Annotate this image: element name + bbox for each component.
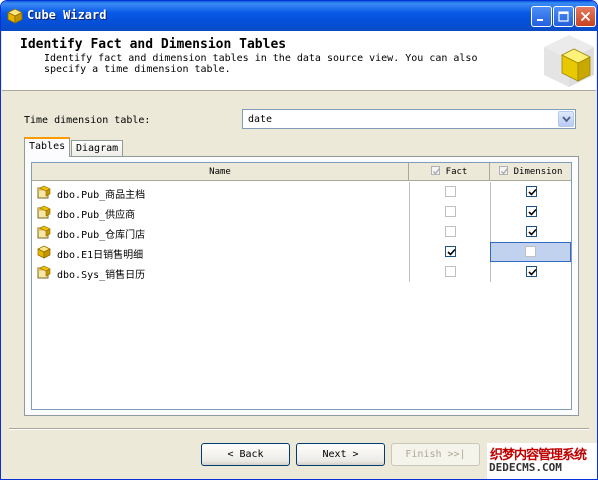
row-dimension-cell [490, 262, 571, 282]
time-dimension-select[interactable]: date [242, 109, 576, 129]
table-name: dbo.E1日销售明细 [57, 250, 144, 261]
next-button[interactable]: Next > [296, 443, 385, 466]
row-name-cell: dbo.Sys_销售日历 [32, 262, 409, 282]
column-header-dimension[interactable]: Dimension [490, 163, 571, 181]
back-button[interactable]: < Back [201, 443, 290, 466]
table-name: dbo.Sys_销售日历 [57, 270, 146, 281]
fact-checkbox[interactable] [445, 246, 456, 257]
watermark: 织梦内容管理系统 DEDECMS.COM [487, 443, 597, 479]
table-row[interactable]: dbo.Sys_销售日历 [32, 262, 571, 282]
cube-icon [7, 8, 23, 24]
fact-header-label: Fact [445, 167, 468, 177]
fact-table-icon [37, 245, 51, 259]
row-fact-cell [409, 262, 490, 282]
time-dimension-value: date [248, 114, 273, 125]
dimension-header-label: Dimension [513, 167, 563, 177]
maximize-icon [558, 11, 569, 22]
time-dimension-label: Time dimension table: [24, 115, 151, 126]
dimension-checkbox[interactable] [526, 206, 537, 217]
minimize-button[interactable] [531, 6, 552, 27]
table-name: dbo.Pub_仓库门店 [57, 230, 146, 241]
row-fact-cell [409, 182, 490, 202]
row-dimension-cell [490, 182, 571, 202]
check-icon [528, 228, 537, 236]
dropdown-button[interactable] [558, 111, 574, 127]
row-fact-cell [409, 242, 490, 262]
row-fact-cell [409, 202, 490, 222]
row-fact-cell [409, 222, 490, 242]
check-icon [447, 248, 456, 256]
row-dimension-cell [490, 222, 571, 242]
close-button[interactable] [575, 6, 596, 27]
table-row[interactable]: dbo.Pub_供应商 [32, 202, 571, 222]
dimension-table-icon [37, 185, 51, 199]
watermark-line2: DEDECMS.COM [489, 461, 562, 474]
check-icon [528, 188, 537, 196]
dimension-table-icon [37, 225, 51, 239]
row-name-cell: dbo.Pub_仓库门店 [32, 222, 409, 242]
finish-button[interactable]: Finish >>| [391, 443, 480, 466]
page-title: Identify Fact and Dimension Tables [20, 37, 287, 52]
dimension-table-icon [37, 205, 51, 219]
fact-checkbox[interactable] [445, 206, 456, 217]
column-header-name[interactable]: Name [32, 163, 409, 181]
row-dimension-cell [490, 202, 571, 222]
row-dimension-cell [490, 242, 571, 262]
table-row[interactable]: dbo.Pub_仓库门店 [32, 222, 571, 242]
wizard-header: Identify Fact and Dimension Tables Ident… [2, 31, 596, 91]
table-row[interactable]: dbo.E1日销售明细 [32, 242, 571, 262]
chevron-down-icon [562, 116, 571, 123]
row-name-cell: dbo.E1日销售明细 [32, 242, 409, 262]
tab-diagram[interactable]: Diagram [71, 140, 124, 157]
dimension-checkbox[interactable] [526, 186, 537, 197]
table-row[interactable]: dbo.Pub_商品主档 [32, 182, 571, 202]
tables-panel: Name Fact Dimension dbo.Pub_商品主档 dbo.Pub… [24, 156, 579, 416]
dimension-header-checkbox[interactable] [498, 166, 508, 175]
check-icon [528, 268, 537, 276]
fact-checkbox[interactable] [445, 186, 456, 197]
check-icon [528, 208, 537, 216]
fact-checkbox[interactable] [445, 266, 456, 277]
row-name-cell: dbo.Pub_商品主档 [32, 182, 409, 202]
minimize-icon [537, 19, 543, 21]
check-icon [432, 168, 440, 175]
window-title: Cube Wizard [27, 8, 107, 22]
tables-grid: Name Fact Dimension dbo.Pub_商品主档 dbo.Pub… [31, 162, 572, 410]
check-icon [500, 168, 508, 175]
fact-header-checkbox[interactable] [430, 166, 440, 175]
tab-tables[interactable]: Tables [24, 137, 71, 157]
maximize-button[interactable] [553, 6, 574, 27]
dimension-checkbox[interactable] [525, 246, 536, 257]
column-header-fact[interactable]: Fact [409, 163, 490, 181]
dimension-checkbox[interactable] [526, 266, 537, 277]
wizard-window: Cube Wizard Identify Fact and Dimension … [0, 0, 598, 480]
cube-graphic-icon [544, 35, 594, 87]
grid-header: Name Fact Dimension [32, 163, 571, 181]
fact-checkbox[interactable] [445, 226, 456, 237]
table-name: dbo.Pub_供应商 [57, 210, 136, 221]
footer-divider [9, 428, 589, 430]
row-name-cell: dbo.Pub_供应商 [32, 202, 409, 222]
title-bar[interactable]: Cube Wizard [1, 1, 597, 31]
table-name: dbo.Pub_商品主档 [57, 190, 146, 201]
dimension-table-icon [37, 265, 51, 279]
dimension-checkbox[interactable] [526, 226, 537, 237]
close-icon [580, 11, 591, 22]
page-description: Identify fact and dimension tables in th… [44, 53, 478, 75]
